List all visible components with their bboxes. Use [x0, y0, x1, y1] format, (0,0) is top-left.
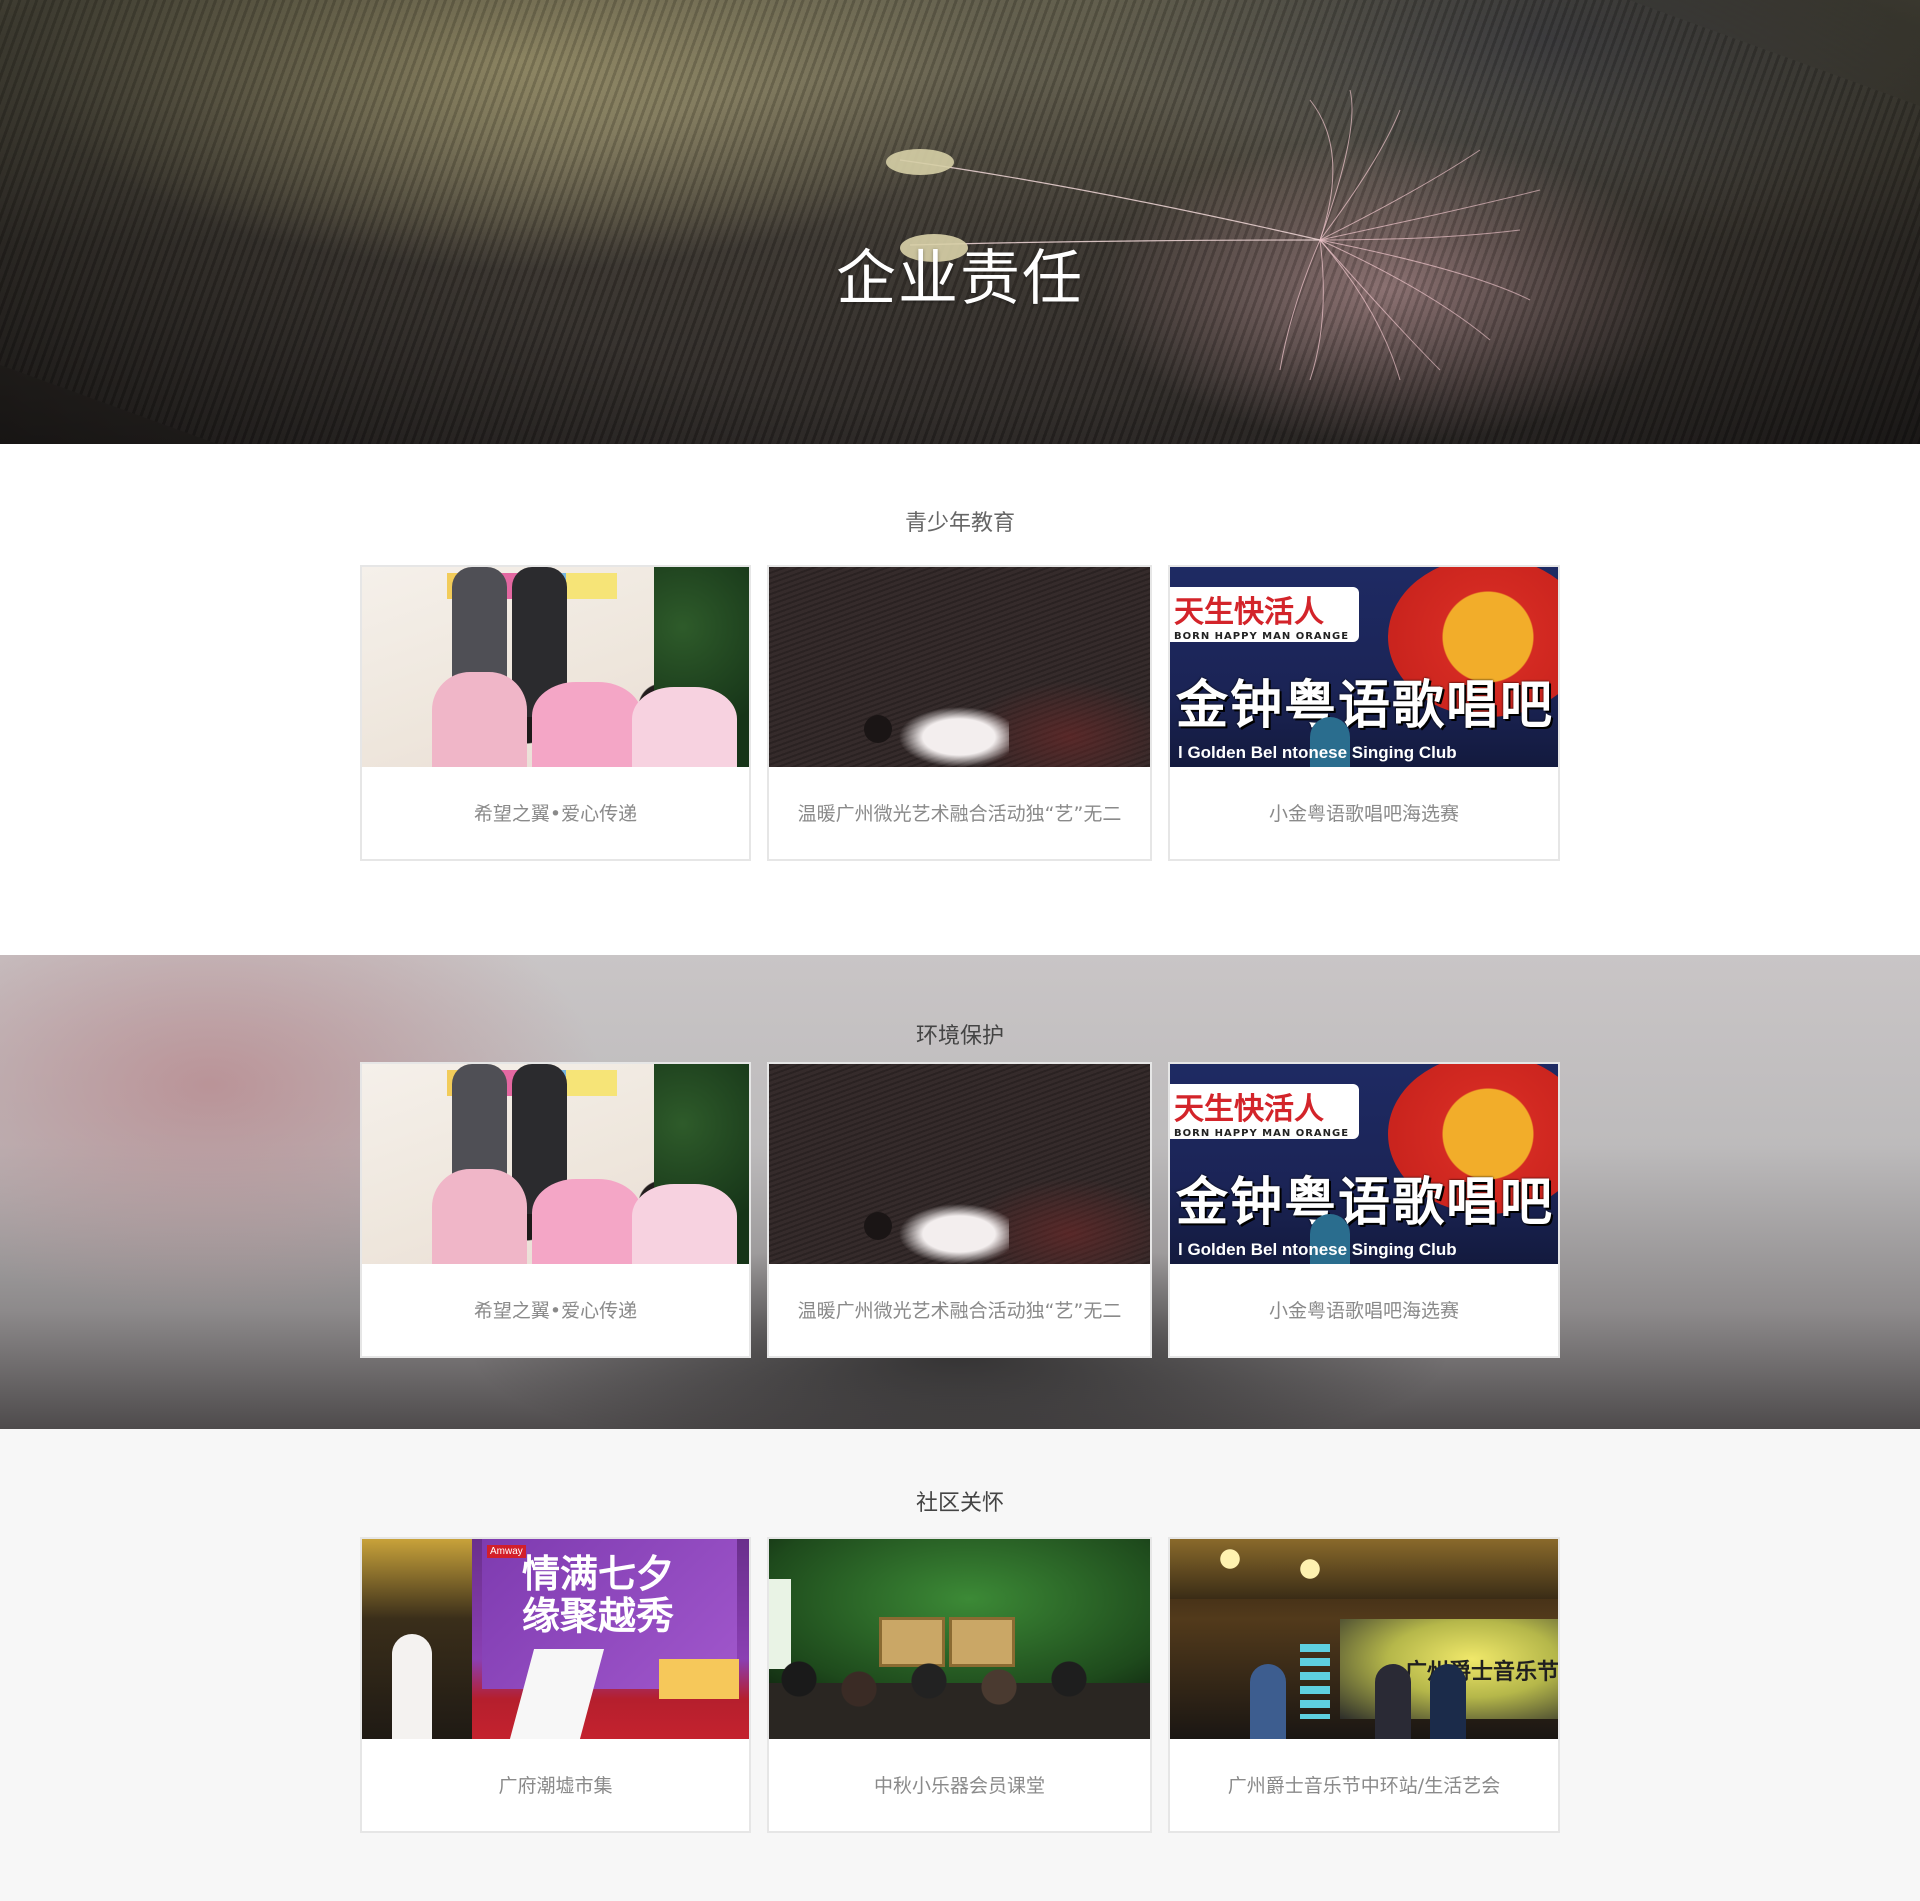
section-community-care: 社区关怀 Amway 情满七夕 缘聚越秀 广府潮墟市集 中秋小乐器会员课堂 广州… [0, 1429, 1920, 1901]
child-figure [432, 1169, 527, 1264]
dancer-head [864, 1212, 892, 1240]
sign-top: 天生快活人 BORN HAPPY MAN ORANGE [1170, 1084, 1360, 1139]
child-figure [432, 672, 527, 767]
news-card[interactable]: 天生快活人 BORN HAPPY MAN ORANGE 金钟粤语歌唱吧 l Gol… [1168, 1062, 1560, 1358]
card-caption[interactable]: 温暖广州微光艺术融合活动独“艺”无二 [769, 799, 1150, 826]
sign-top-subtext: BORN HAPPY MAN ORANGE [1174, 631, 1350, 642]
card-image[interactable]: 天生快活人 BORN HAPPY MAN ORANGE 金钟粤语歌唱吧 l Gol… [1170, 1064, 1558, 1264]
ceiling-lights [1170, 1539, 1558, 1599]
card-caption[interactable]: 希望之翼•爱心传递 [362, 799, 749, 826]
sign-top-subtext: BORN HAPPY MAN ORANGE [1174, 1128, 1350, 1139]
festival-logo [1300, 1644, 1330, 1719]
sign-main-text: 金钟粤语歌唱吧 [1176, 1173, 1555, 1233]
news-card[interactable]: 温暖广州微光艺术融合活动独“艺”无二 [767, 1062, 1152, 1358]
stall-figure [659, 1659, 739, 1699]
card-image[interactable] [769, 1064, 1150, 1264]
hero-banner: 企业责任 [0, 0, 1920, 444]
card-image[interactable]: Amway 情满七夕 缘聚越秀 [362, 1539, 749, 1739]
section-environment: 环境保护 希望之翼•爱心传递 温暖广州微光艺术融合活动独“艺”无二 天生快活人 … [0, 955, 1920, 1429]
hero-vignette [0, 0, 1920, 444]
card-caption[interactable]: 希望之翼•爱心传递 [362, 1296, 749, 1323]
musician-figure [1250, 1664, 1286, 1739]
section-youth-education: 青少年教育 希望之翼•爱心传递 温暖广州微光艺术融合活动独“艺”无二 天生快活人… [0, 444, 1920, 955]
child-figure [632, 1184, 737, 1264]
card-image[interactable] [769, 567, 1150, 767]
sign-main-text: 金钟粤语歌唱吧 [1176, 676, 1555, 736]
section-title: 环境保护 [915, 1024, 1004, 1050]
news-card[interactable]: 中秋小乐器会员课堂 [767, 1537, 1152, 1833]
sign-top: 天生快活人 BORN HAPPY MAN ORANGE [1170, 587, 1360, 642]
card-caption[interactable]: 温暖广州微光艺术融合活动独“艺”无二 [769, 1296, 1150, 1323]
news-card[interactable]: 天生快活人 BORN HAPPY MAN ORANGE 金钟粤语歌唱吧 l Gol… [1168, 565, 1560, 861]
performer-figure [392, 1634, 432, 1739]
news-card[interactable]: 希望之翼•爱心传递 [360, 1062, 751, 1358]
card-image[interactable]: 广州爵士音乐节 [1170, 1539, 1558, 1739]
section-title: 青少年教育 [904, 511, 1015, 537]
board-text: 情满七夕 缘聚越秀 [522, 1552, 675, 1638]
card-image[interactable] [769, 1539, 1150, 1739]
child-figure [532, 1179, 642, 1264]
card-image[interactable] [362, 1064, 749, 1264]
news-card[interactable]: 希望之翼•爱心传递 [360, 565, 751, 861]
board-logo: Amway [487, 1545, 526, 1558]
card-image[interactable]: 天生快活人 BORN HAPPY MAN ORANGE 金钟粤语歌唱吧 l Gol… [1170, 567, 1558, 767]
child-figure [532, 682, 642, 767]
news-card[interactable]: 广州爵士音乐节 广州爵士音乐节中环站/生活艺会 [1168, 1537, 1560, 1833]
card-caption[interactable]: 小金粤语歌唱吧海选赛 [1170, 799, 1558, 826]
news-card[interactable]: 温暖广州微光艺术融合活动独“艺”无二 [767, 565, 1152, 861]
news-card[interactable]: Amway 情满七夕 缘聚越秀 广府潮墟市集 [360, 1537, 751, 1833]
sign-top-text: 天生快活人 [1174, 1092, 1324, 1127]
musician-figure [1375, 1664, 1411, 1739]
sign-sub-text: l Golden Bel ntonese Singing Club [1178, 743, 1457, 762]
stage-text: 广州爵士音乐节 [1405, 1660, 1558, 1685]
sign-sub-text: l Golden Bel ntonese Singing Club [1178, 1240, 1457, 1259]
sign-top-text: 天生快活人 [1174, 595, 1324, 630]
musician-figure [1430, 1664, 1466, 1739]
card-image[interactable] [362, 567, 749, 767]
crowd [769, 1659, 1150, 1739]
dancer-head [864, 715, 892, 743]
dancer-figure [889, 707, 1009, 767]
card-caption[interactable]: 广州爵士音乐节中环站/生活艺会 [1170, 1771, 1558, 1798]
page-title: 企业责任 [836, 244, 1084, 315]
card-caption[interactable]: 中秋小乐器会员课堂 [769, 1771, 1150, 1798]
child-figure [632, 687, 737, 767]
card-caption[interactable]: 广府潮墟市集 [362, 1771, 749, 1798]
card-caption[interactable]: 小金粤语歌唱吧海选赛 [1170, 1296, 1558, 1323]
dancer-figure [889, 1204, 1009, 1264]
section-title: 社区关怀 [915, 1491, 1004, 1517]
banner-stand [769, 1579, 791, 1669]
